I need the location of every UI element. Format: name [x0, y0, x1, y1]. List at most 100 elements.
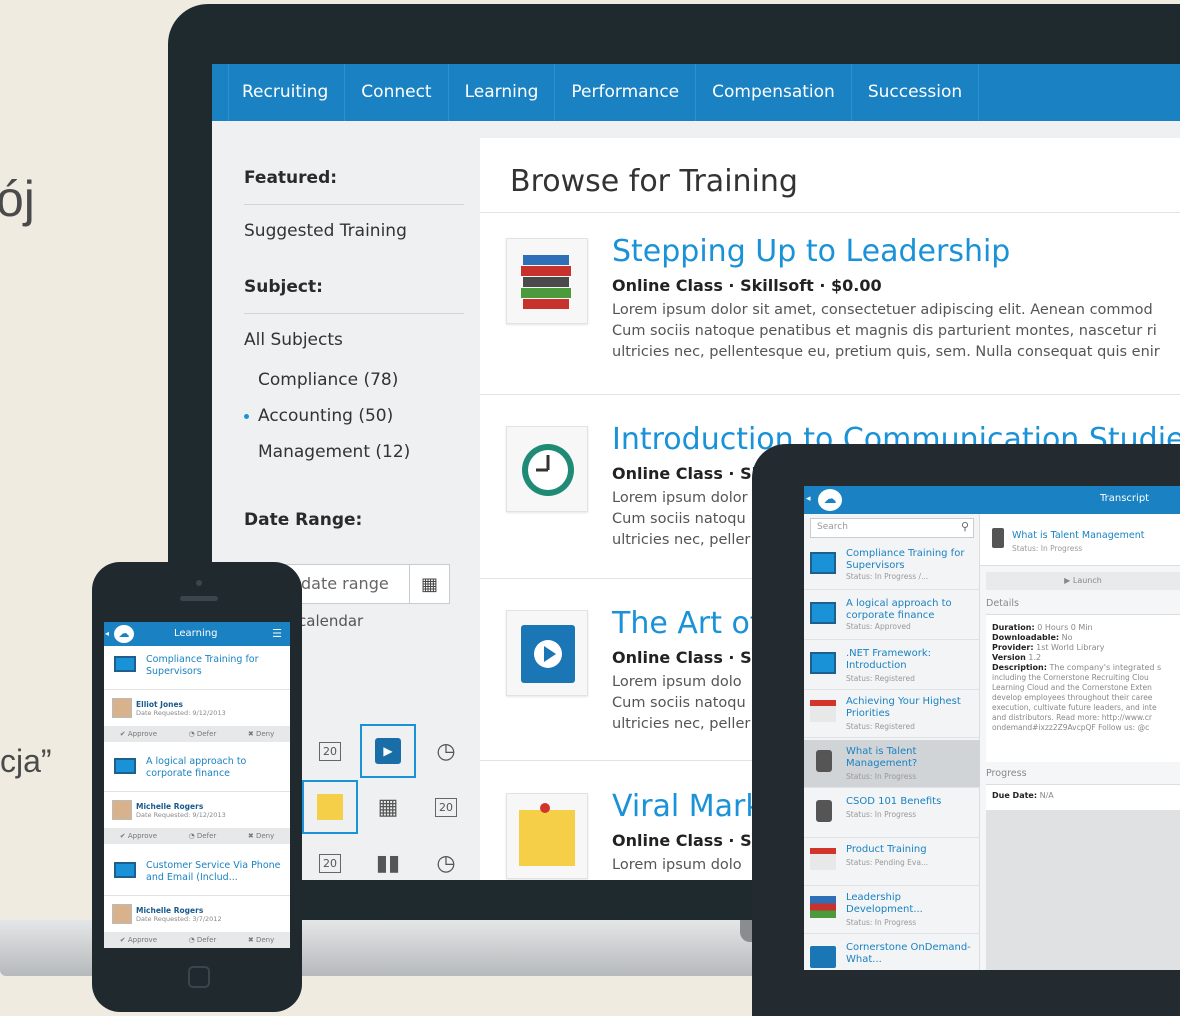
clock-icon[interactable] — [506, 426, 588, 512]
transcript-list: Search ⚲ Compliance Training for Supervi… — [804, 514, 980, 970]
format-icon-grid: 20 ▶ ◷ ▦ 20 20 ▮▮ ◷ — [302, 724, 474, 880]
item-status: Status: In Progress — [846, 918, 917, 927]
back-arrow-icon[interactable]: ◂ — [105, 629, 109, 638]
request-course[interactable]: Compliance Training for Supervisors — [104, 646, 290, 690]
calendar-label: calendar — [298, 612, 364, 630]
defer-button[interactable]: ◔ Defer — [189, 828, 217, 844]
request-course[interactable]: A logical approach to corporate finance — [104, 748, 290, 792]
course-meta: Online Class · Sk — [612, 831, 763, 850]
item-title: Leadership Development... — [846, 892, 923, 915]
clock-icon[interactable]: ◷ — [418, 836, 474, 880]
description-line: including the Cornerstone Recruiting Clo… — [992, 673, 1149, 682]
request-course[interactable]: Customer Service Via Phone and Email (In… — [104, 852, 290, 896]
course-title-link[interactable]: Viral Mark — [612, 789, 763, 824]
avatar — [112, 698, 132, 718]
defer-button[interactable]: ◔ Defer — [189, 726, 217, 742]
launch-button[interactable]: ▶ Launch — [986, 572, 1180, 590]
phone-speaker — [180, 596, 218, 601]
nav-succession[interactable]: Succession — [852, 64, 980, 121]
transcript-item[interactable]: Compliance Training for Supervisors Stat… — [804, 542, 980, 590]
search-input[interactable]: Search ⚲ — [810, 518, 974, 538]
deny-button[interactable]: ✖ Deny — [248, 828, 274, 844]
top-navigation: Recruiting Connect Learning Performance … — [212, 64, 1180, 121]
item-title: CSOD 101 Benefits — [846, 796, 942, 807]
provider-row: Provider: 1st World Library — [992, 643, 1105, 652]
request-actions: ✔ Approve ◔ Defer ✖ Deny — [104, 828, 290, 844]
schedule-icon[interactable]: ▦ — [360, 780, 416, 834]
search-placeholder: Search — [817, 522, 848, 532]
request-actions: ✔ Approve ◔ Defer ✖ Deny — [104, 726, 290, 742]
request-person: Elliot Jones Date Requested: 9/12/2013 — [104, 690, 290, 726]
library-icon[interactable]: ▮▮ — [360, 836, 416, 880]
subject-label: Accounting (50) — [258, 406, 394, 426]
all-subjects-link[interactable]: All Subjects — [244, 330, 464, 350]
transcript-item[interactable]: Achieving Your Highest Priorities Status… — [804, 690, 980, 738]
calendar-icon — [810, 700, 836, 722]
calendar-icon[interactable]: 20 — [418, 780, 474, 834]
subject-accounting[interactable]: Accounting (50) — [244, 406, 464, 426]
sticky-note-icon[interactable] — [506, 793, 588, 879]
description-line: ultricies nec, pellentesque eu, pretium … — [612, 344, 1160, 360]
request-course-title: Customer Service Via Phone and Email (In… — [146, 860, 281, 883]
description-line: Cum sociis natoque penatibus et magnis d… — [612, 323, 1157, 339]
page-title: Browse for Training — [510, 164, 798, 199]
date-range-heading: Date Range: — [244, 510, 363, 530]
transcript-item[interactable]: Cornerstone OnDemand-What... — [804, 936, 980, 970]
description-line: and distributors. Read more: http://www.… — [992, 713, 1153, 722]
back-arrow-icon[interactable]: ◂ — [806, 494, 811, 504]
request-date: Date Requested: 3/7/2012 — [136, 915, 222, 923]
divider — [480, 394, 1180, 395]
approve-button[interactable]: ✔ Approve — [120, 726, 157, 742]
defer-button[interactable]: ◔ Defer — [189, 932, 217, 948]
request-person: Michelle Rogers Date Requested: 3/7/2012 — [104, 896, 290, 932]
nav-compensation[interactable]: Compensation — [696, 64, 852, 121]
nav-recruiting[interactable]: Recruiting — [228, 64, 346, 121]
tablet-header: ◂ ☁ Transcript — [804, 486, 1180, 514]
person-name: Elliot Jones — [136, 700, 184, 709]
item-status: Status: Pending Eva... — [846, 858, 929, 867]
deny-button[interactable]: ✖ Deny — [248, 726, 274, 742]
transcript-item[interactable]: .NET Framework: Introduction Status: Reg… — [804, 642, 980, 690]
calendar-icon[interactable]: ▦ — [409, 565, 449, 603]
version-row: Version 1.2 — [992, 653, 1042, 662]
transcript-item[interactable]: A logical approach to corporate finance … — [804, 592, 980, 640]
phone-header: ◂ ☁ Learning ☰ — [104, 622, 290, 646]
menu-icon[interactable]: ☰ — [272, 627, 282, 640]
subject-management[interactable]: Management (12) — [244, 442, 464, 462]
clock-icon[interactable]: ◷ — [418, 724, 474, 778]
video-icon[interactable]: ▶ — [360, 724, 416, 778]
transcript-item-selected[interactable]: What is Talent Management? Status: In Pr… — [804, 740, 980, 788]
transcript-item[interactable]: Leadership Development... Status: In Pro… — [804, 886, 980, 934]
course-title-link[interactable]: Stepping Up to Leadership — [612, 234, 1010, 269]
home-button[interactable] — [188, 966, 210, 988]
monitor-icon — [810, 652, 836, 674]
background-slide-text: ój — [0, 171, 35, 227]
video-play-icon[interactable] — [506, 610, 588, 696]
calendar-icon — [810, 848, 836, 870]
approve-button[interactable]: ✔ Approve — [120, 932, 157, 948]
calendar-icon[interactable]: 20 — [302, 836, 358, 880]
deny-button[interactable]: ✖ Deny — [248, 932, 274, 948]
subject-compliance[interactable]: Compliance (78) — [244, 370, 464, 390]
details-heading: Details — [986, 598, 1019, 609]
sticky-note-icon[interactable] — [302, 780, 358, 834]
approve-button[interactable]: ✔ Approve — [120, 828, 157, 844]
calendar-icon[interactable]: 20 — [302, 724, 358, 778]
duration-row: Duration: 0 Hours 0 Min — [992, 623, 1093, 632]
selected-dot-icon — [244, 414, 249, 419]
suggested-training-link[interactable]: Suggested Training — [244, 221, 464, 241]
description-line: execution, cultivate future leaders, and… — [992, 703, 1157, 712]
course-title-link[interactable]: The Art of — [612, 606, 760, 641]
nav-connect[interactable]: Connect — [345, 64, 449, 121]
monitor-icon — [114, 862, 136, 878]
nav-learning[interactable]: Learning — [449, 64, 556, 121]
detail-header: What is Talent Management Status: In Pro… — [980, 514, 1180, 566]
detail-status: Status: In Progress — [1012, 544, 1083, 553]
item-title: .NET Framework: Introduction — [846, 648, 931, 671]
books-icon[interactable] — [506, 238, 588, 324]
description-line: ondemand#ixzz2Z9AvcpQF Follow us: @c — [992, 723, 1150, 732]
mobile-device-icon — [816, 800, 832, 822]
transcript-item[interactable]: Product Training Status: Pending Eva... — [804, 838, 980, 886]
transcript-item[interactable]: CSOD 101 Benefits Status: In Progress — [804, 790, 980, 838]
nav-performance[interactable]: Performance — [555, 64, 697, 121]
